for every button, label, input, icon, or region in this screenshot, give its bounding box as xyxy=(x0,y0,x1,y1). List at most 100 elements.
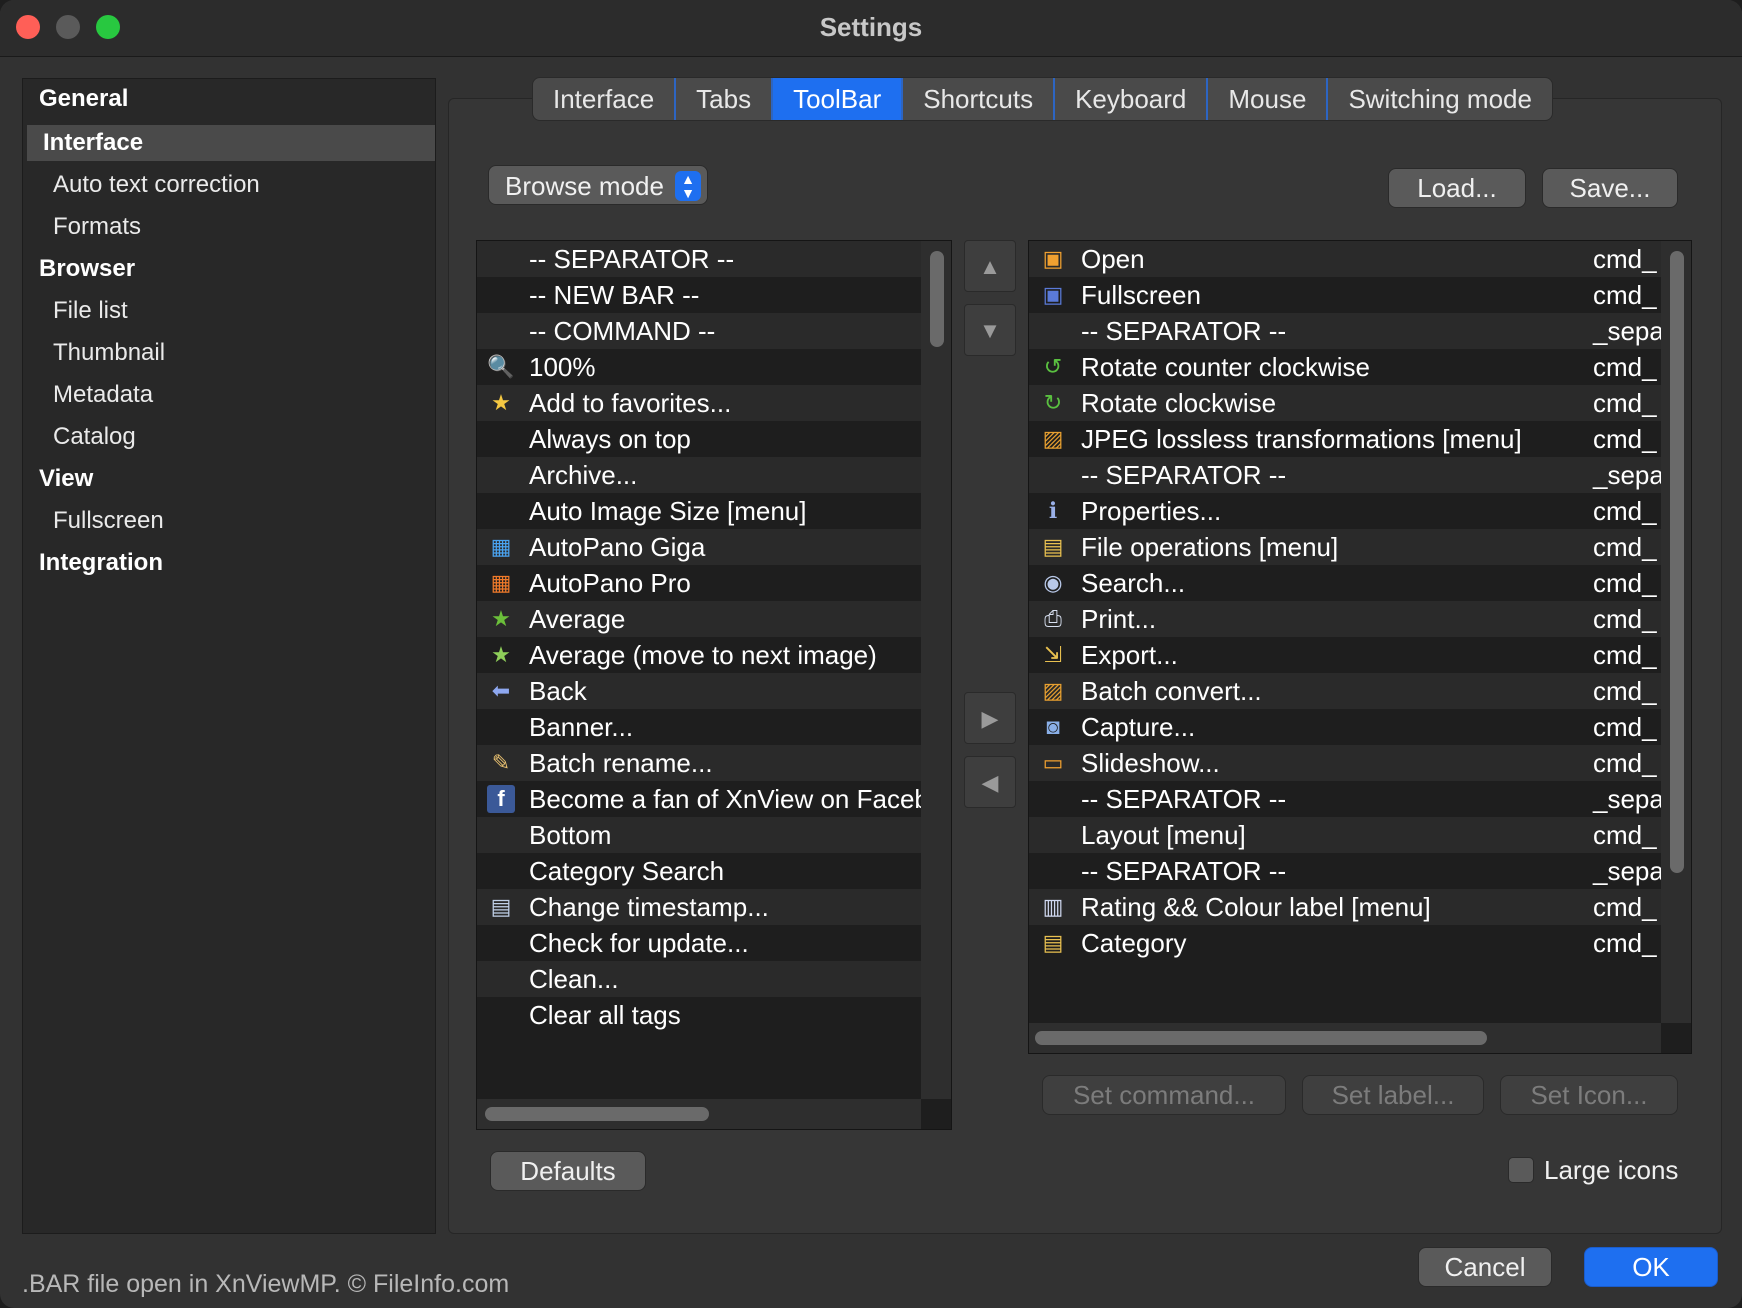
move-up-button[interactable]: ▲ xyxy=(964,240,1016,292)
toolbar-item-row[interactable]: Layout [menu] cmd_ xyxy=(1029,817,1661,853)
toolbar-item-row[interactable]: ◉ Search... cmd_ xyxy=(1029,565,1661,601)
mode-select[interactable]: Browse mode ▲ ▼ xyxy=(488,165,708,205)
toolbar-item-row[interactable]: ℹ Properties... cmd_ xyxy=(1029,493,1661,529)
toolbar-item-row[interactable]: -- SEPARATOR -- _sepa xyxy=(1029,313,1661,349)
command-row[interactable]: ▤ Change timestamp... xyxy=(477,889,921,925)
toolbar-item-row[interactable]: ▨ Batch convert... cmd_ xyxy=(1029,673,1661,709)
cancel-button[interactable]: Cancel xyxy=(1418,1247,1552,1287)
tab-tabs[interactable]: Tabs xyxy=(676,78,774,120)
set-icon-button[interactable]: Set Icon... xyxy=(1500,1075,1678,1115)
sidebar-item-thumbnail[interactable]: Thumbnail xyxy=(23,335,431,371)
toolbar-item-row[interactable]: ◙ Capture... cmd_ xyxy=(1029,709,1661,745)
toolbar-item-row[interactable]: -- SEPARATOR -- _sepa xyxy=(1029,853,1661,889)
command-row[interactable]: Banner... xyxy=(477,709,921,745)
tab-interface[interactable]: Interface xyxy=(533,78,677,120)
sidebar-item-auto-text-correction[interactable]: Auto text correction xyxy=(23,167,431,203)
current-list-vertical-scroll-thumb[interactable] xyxy=(1670,251,1684,873)
ok-button[interactable]: OK xyxy=(1584,1247,1718,1287)
command-row[interactable]: Clear all tags xyxy=(477,997,921,1033)
tab-keyboard[interactable]: Keyboard xyxy=(1055,78,1209,120)
tab-switching-mode[interactable]: Switching mode xyxy=(1328,78,1552,120)
large-icons-label[interactable]: Large icons xyxy=(1544,1155,1678,1186)
sidebar-item-view[interactable]: View xyxy=(23,461,431,497)
sidebar-item-integration[interactable]: Integration xyxy=(23,545,431,581)
command-row[interactable]: ⬅ Back xyxy=(477,673,921,709)
row-label: Rating && Colour label [menu] xyxy=(1081,892,1431,922)
remove-from-toolbar-button[interactable]: ◀ xyxy=(964,756,1016,808)
tab-toolbar[interactable]: ToolBar xyxy=(773,78,904,120)
load-button[interactable]: Load... xyxy=(1388,168,1526,208)
row-command-id: cmd_ xyxy=(1593,352,1657,382)
available-commands-list[interactable]: -- SEPARATOR -- -- NEW BAR -- -- COMMAND -… xyxy=(476,240,952,1130)
large-icons-checkbox[interactable] xyxy=(1508,1157,1534,1183)
available-list-vertical-scroll-thumb[interactable] xyxy=(930,251,944,347)
save-button[interactable]: Save... xyxy=(1542,168,1678,208)
toolbar-item-row[interactable]: ⇲ Export... cmd_ xyxy=(1029,637,1661,673)
command-row[interactable]: ★ Add to favorites... xyxy=(477,385,921,421)
tab-shortcuts[interactable]: Shortcuts xyxy=(903,78,1056,120)
toolbar-item-row[interactable]: ▥ Rating && Colour label [menu] cmd_ xyxy=(1029,889,1661,925)
available-list-horizontal-scrollbar[interactable] xyxy=(477,1099,921,1129)
toolbar-item-row[interactable]: ▣ Fullscreen cmd_ xyxy=(1029,277,1661,313)
move-down-button[interactable]: ▼ xyxy=(964,304,1016,356)
command-row[interactable]: Archive... xyxy=(477,457,921,493)
toolbar-item-row[interactable]: ▤ Category cmd_ xyxy=(1029,925,1661,961)
facebook-icon: f xyxy=(487,785,515,813)
command-row[interactable]: Clean... xyxy=(477,961,921,997)
row-label: Archive... xyxy=(529,460,638,490)
command-row[interactable]: Category Search xyxy=(477,853,921,889)
toolbar-item-row[interactable]: ▭ Slideshow... cmd_ xyxy=(1029,745,1661,781)
toolbar-item-row[interactable]: -- SEPARATOR -- _sepa xyxy=(1029,781,1661,817)
toolbar-item-row[interactable]: ↺ Rotate counter clockwise cmd_ xyxy=(1029,349,1661,385)
command-row[interactable]: -- SEPARATOR -- xyxy=(477,241,921,277)
file-operations-icon: ▤ xyxy=(1042,534,1064,559)
sidebar-item-browser[interactable]: Browser xyxy=(23,251,431,287)
command-row[interactable]: Check for update... xyxy=(477,925,921,961)
sidebar-item-fullscreen[interactable]: Fullscreen xyxy=(23,503,431,539)
add-to-toolbar-button[interactable]: ▶ xyxy=(964,692,1016,744)
command-row[interactable]: Always on top xyxy=(477,421,921,457)
command-row[interactable]: -- COMMAND -- xyxy=(477,313,921,349)
set-command-button[interactable]: Set command... xyxy=(1042,1075,1286,1115)
batch-convert-icon: ▨ xyxy=(1042,678,1064,703)
magnifier-icon: 🔍 xyxy=(487,354,515,379)
current-list-horizontal-scrollbar[interactable] xyxy=(1029,1023,1661,1053)
command-row[interactable]: ▦ AutoPano Pro xyxy=(477,565,921,601)
toolbar-item-row[interactable]: ▨ JPEG lossless transformations [menu] cmd… xyxy=(1029,421,1661,457)
toolbar-item-row[interactable]: ▤ File operations [menu] cmd_ xyxy=(1029,529,1661,565)
command-row[interactable]: -- NEW BAR -- xyxy=(477,277,921,313)
command-row[interactable]: f Become a fan of XnView on Facebook xyxy=(477,781,921,817)
sidebar-item-general[interactable]: General xyxy=(23,81,431,117)
command-row[interactable]: ★ Average (move to next image) xyxy=(477,637,921,673)
sidebar-item-catalog[interactable]: Catalog xyxy=(23,419,431,455)
row-command-id: _sepa xyxy=(1593,784,1661,814)
current-toolbar-list[interactable]: ▣ Open cmd_ ▣ Fullscreen cmd_ -- SEPARATOR -- _… xyxy=(1028,240,1692,1054)
average-next-icon: ★ xyxy=(491,642,511,667)
command-row[interactable]: Auto Image Size [menu] xyxy=(477,493,921,529)
average-star-icon: ★ xyxy=(491,606,511,631)
tab-mouse[interactable]: Mouse xyxy=(1208,78,1329,120)
set-label-button[interactable]: Set label... xyxy=(1302,1075,1484,1115)
toolbar-item-row[interactable]: ▣ Open cmd_ xyxy=(1029,241,1661,277)
toolbar-item-row[interactable]: -- SEPARATOR -- _sepa xyxy=(1029,457,1661,493)
row-label: Clean... xyxy=(529,964,619,994)
sidebar-item-formats[interactable]: Formats xyxy=(23,209,431,245)
available-list-vertical-scrollbar[interactable] xyxy=(921,241,951,1099)
command-row[interactable]: ▦ AutoPano Giga xyxy=(477,529,921,565)
command-row[interactable]: ★ Average xyxy=(477,601,921,637)
sidebar-item-metadata[interactable]: Metadata xyxy=(23,377,431,413)
toolbar-item-row[interactable]: ⎙ Print... cmd_ xyxy=(1029,601,1661,637)
available-list-horizontal-scroll-thumb[interactable] xyxy=(485,1107,709,1121)
sidebar-item-file-list[interactable]: File list xyxy=(23,293,431,329)
row-command-id: cmd_ xyxy=(1593,712,1657,742)
command-row[interactable]: 🔍 100% xyxy=(477,349,921,385)
row-label: -- SEPARATOR -- xyxy=(1081,784,1287,814)
toolbar-item-row[interactable]: ↻ Rotate clockwise cmd_ xyxy=(1029,385,1661,421)
row-label: Capture... xyxy=(1081,712,1196,742)
current-list-vertical-scrollbar[interactable] xyxy=(1661,241,1691,1023)
command-row[interactable]: Bottom xyxy=(477,817,921,853)
current-list-horizontal-scroll-thumb[interactable] xyxy=(1035,1031,1487,1045)
command-row[interactable]: ✎ Batch rename... xyxy=(477,745,921,781)
defaults-button[interactable]: Defaults xyxy=(490,1151,646,1191)
sidebar-item-interface[interactable]: Interface xyxy=(27,125,435,161)
